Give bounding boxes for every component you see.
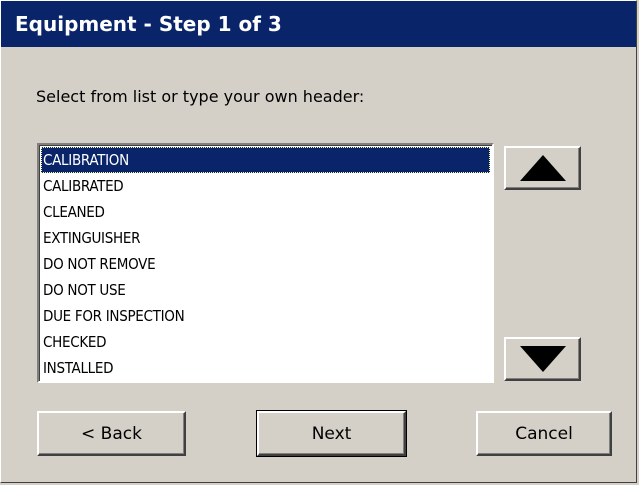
list-item-cleaned[interactable]: CLEANED (41, 199, 490, 225)
instruction-label: Select from list or type your own header… (36, 87, 365, 106)
back-button[interactable]: < Back (37, 411, 186, 456)
header-list: CALIBRATION CALIBRATED CLEANED EXTINGUIS… (39, 145, 492, 381)
header-listbox[interactable]: CALIBRATION CALIBRATED CLEANED EXTINGUIS… (37, 143, 494, 383)
list-item-installed[interactable]: INSTALLED (41, 355, 490, 381)
wizard-window: Equipment - Step 1 of 3 Select from list… (0, 0, 637, 483)
list-item-due-for-inspection[interactable]: DUE FOR INSPECTION (41, 303, 490, 329)
list-item-extinguisher[interactable]: EXTINGUISHER (41, 225, 490, 251)
window-title: Equipment - Step 1 of 3 (1, 1, 636, 47)
triangle-up-icon (519, 155, 566, 181)
list-item-calibration[interactable]: CALIBRATION (41, 147, 490, 173)
list-item-do-not-use[interactable]: DO NOT USE (41, 277, 490, 303)
cancel-button[interactable]: Cancel (476, 411, 612, 456)
list-item-do-not-remove[interactable]: DO NOT REMOVE (41, 251, 490, 277)
scroll-up-button[interactable] (504, 146, 581, 190)
triangle-down-icon (519, 346, 566, 372)
list-item-calibrated[interactable]: CALIBRATED (41, 173, 490, 199)
next-button[interactable]: Next (256, 410, 407, 457)
scroll-down-button[interactable] (504, 337, 581, 381)
list-item-checked[interactable]: CHECKED (41, 329, 490, 355)
